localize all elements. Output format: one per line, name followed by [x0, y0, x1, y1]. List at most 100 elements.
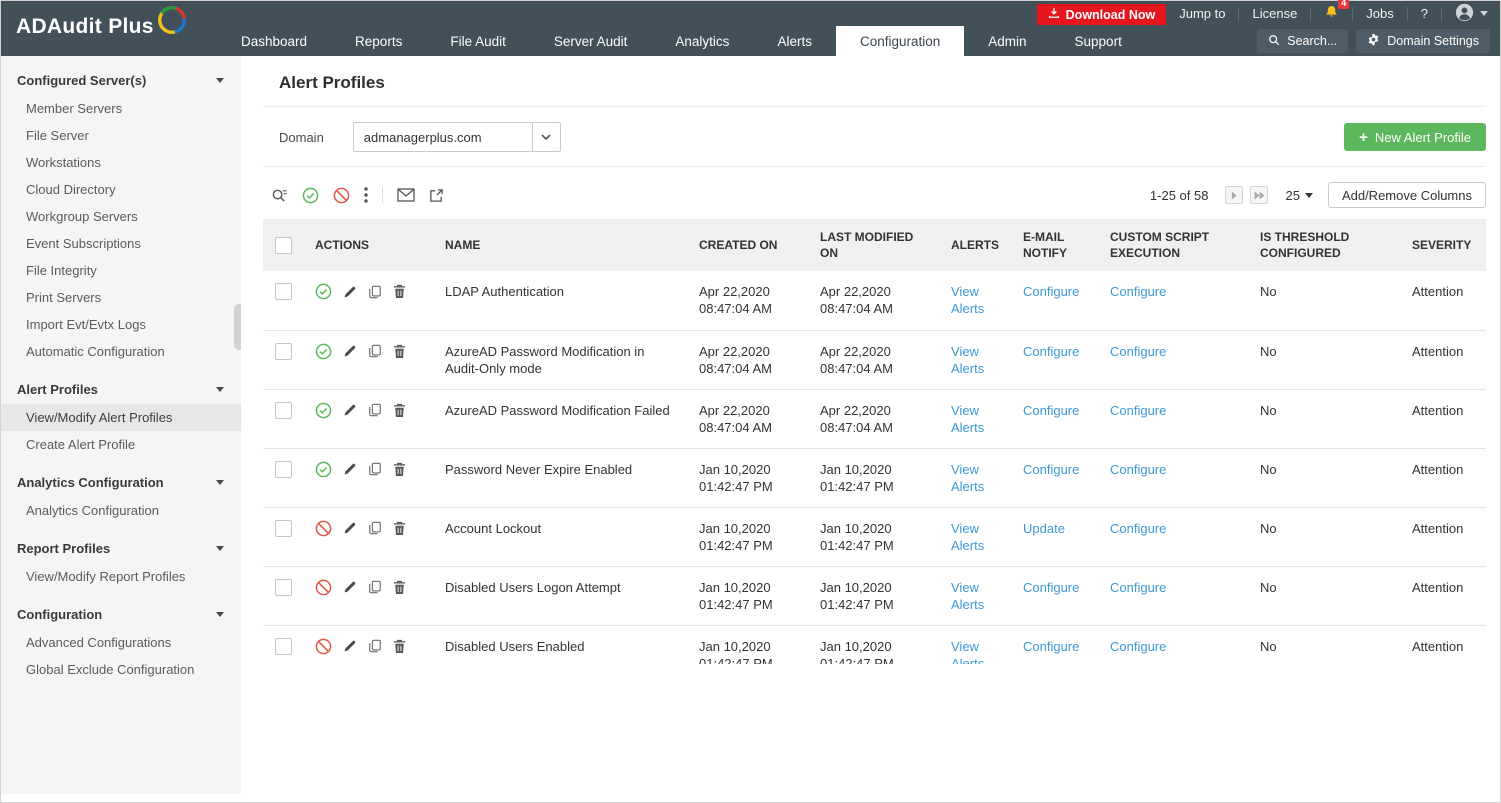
row-checkbox[interactable]	[275, 638, 292, 655]
last-page-button[interactable]	[1250, 186, 1268, 204]
row-checkbox[interactable]	[275, 402, 292, 419]
new-alert-profile-button[interactable]: + New Alert Profile	[1344, 123, 1486, 151]
email-notify-link[interactable]: Configure	[1023, 403, 1079, 418]
custom-script-link[interactable]: Configure	[1110, 580, 1166, 595]
custom-script-link[interactable]: Configure	[1110, 521, 1166, 536]
sidebar-section-title[interactable]: Report Profiles	[1, 536, 241, 560]
download-now-button[interactable]: Download Now	[1037, 4, 1167, 25]
copy-icon[interactable]	[368, 521, 382, 535]
sidebar-item-member-servers[interactable]: Member Servers	[1, 95, 241, 122]
export-icon[interactable]	[429, 188, 444, 203]
custom-script-link[interactable]: Configure	[1110, 639, 1166, 654]
sidebar-item-global-exclude-configuration[interactable]: Global Exclude Configuration	[1, 656, 241, 683]
edit-pencil-icon[interactable]	[343, 403, 357, 417]
tab-dashboard[interactable]: Dashboard	[217, 26, 331, 56]
sidebar-item-view-modify-report-profiles[interactable]: View/Modify Report Profiles	[1, 563, 241, 590]
sidebar-item-print-servers[interactable]: Print Servers	[1, 284, 241, 311]
view-alerts-link[interactable]: View Alerts	[951, 462, 984, 494]
sidebar-item-file-integrity[interactable]: File Integrity	[1, 257, 241, 284]
disable-alerts-icon[interactable]	[333, 187, 350, 204]
edit-pencil-icon[interactable]	[343, 344, 357, 358]
trash-icon[interactable]	[393, 462, 406, 477]
add-remove-columns-button[interactable]: Add/Remove Columns	[1328, 182, 1486, 208]
sidebar-item-view-modify-alert-profiles[interactable]: View/Modify Alert Profiles	[1, 404, 241, 431]
sidebar-scrollbar[interactable]	[234, 304, 241, 350]
edit-pencil-icon[interactable]	[343, 285, 357, 299]
row-checkbox[interactable]	[275, 283, 292, 300]
sidebar-item-event-subscriptions[interactable]: Event Subscriptions	[1, 230, 241, 257]
tab-server-audit[interactable]: Server Audit	[530, 26, 652, 56]
sidebar-item-import-evt-evtx-logs[interactable]: Import Evt/Evtx Logs	[1, 311, 241, 338]
select-all-checkbox[interactable]	[275, 237, 292, 254]
enable-alerts-icon[interactable]	[302, 187, 319, 204]
tab-admin[interactable]: Admin	[964, 26, 1050, 56]
view-alerts-link[interactable]: View Alerts	[951, 521, 984, 553]
edit-pencil-icon[interactable]	[343, 639, 357, 653]
next-page-button[interactable]	[1225, 186, 1243, 204]
copy-icon[interactable]	[368, 639, 382, 653]
tab-alerts[interactable]: Alerts	[753, 26, 836, 56]
status-disabled-icon[interactable]	[315, 579, 332, 596]
status-enabled-icon[interactable]	[315, 461, 332, 478]
copy-icon[interactable]	[368, 403, 382, 417]
edit-pencil-icon[interactable]	[343, 462, 357, 476]
sidebar-item-workgroup-servers[interactable]: Workgroup Servers	[1, 203, 241, 230]
status-enabled-icon[interactable]	[315, 283, 332, 300]
domain-settings-button[interactable]: Domain Settings	[1356, 29, 1490, 53]
tab-configuration[interactable]: Configuration	[836, 26, 964, 56]
tab-analytics[interactable]: Analytics	[651, 26, 753, 56]
trash-icon[interactable]	[393, 639, 406, 654]
app-logo[interactable]: ADAudit Plus	[16, 11, 189, 43]
notifications-bell[interactable]: 4	[1324, 5, 1339, 23]
user-menu[interactable]	[1455, 3, 1488, 25]
sidebar-section-title[interactable]: Configuration	[1, 602, 241, 626]
email-notify-link[interactable]: Configure	[1023, 344, 1079, 359]
custom-script-link[interactable]: Configure	[1110, 344, 1166, 359]
email-notify-link[interactable]: Configure	[1023, 284, 1079, 299]
tab-reports[interactable]: Reports	[331, 26, 426, 56]
row-checkbox[interactable]	[275, 520, 292, 537]
view-alerts-link[interactable]: View Alerts	[951, 639, 984, 665]
page-size-dropdown[interactable]: 25	[1285, 188, 1312, 203]
sidebar-item-workstations[interactable]: Workstations	[1, 149, 241, 176]
sidebar-item-analytics-configuration[interactable]: Analytics Configuration	[1, 497, 241, 524]
status-disabled-icon[interactable]	[315, 520, 332, 537]
trash-icon[interactable]	[393, 284, 406, 299]
sidebar-item-advanced-configurations[interactable]: Advanced Configurations	[1, 629, 241, 656]
copy-icon[interactable]	[368, 580, 382, 594]
view-alerts-link[interactable]: View Alerts	[951, 403, 984, 435]
sidebar-item-file-server[interactable]: File Server	[1, 122, 241, 149]
status-enabled-icon[interactable]	[315, 402, 332, 419]
jobs-link[interactable]: Jobs	[1366, 6, 1393, 21]
global-search-button[interactable]: Search...	[1257, 29, 1348, 53]
jump-to-link[interactable]: Jump to	[1179, 6, 1225, 21]
email-notify-link[interactable]: Configure	[1023, 639, 1079, 654]
custom-script-link[interactable]: Configure	[1110, 284, 1166, 299]
email-notify-link[interactable]: Configure	[1023, 580, 1079, 595]
sidebar-item-create-alert-profile[interactable]: Create Alert Profile	[1, 431, 241, 458]
view-alerts-link[interactable]: View Alerts	[951, 344, 984, 376]
license-link[interactable]: License	[1252, 6, 1297, 21]
view-alerts-link[interactable]: View Alerts	[951, 284, 984, 316]
copy-icon[interactable]	[368, 285, 382, 299]
trash-icon[interactable]	[393, 344, 406, 359]
sidebar-item-cloud-directory[interactable]: Cloud Directory	[1, 176, 241, 203]
row-checkbox[interactable]	[275, 579, 292, 596]
trash-icon[interactable]	[393, 521, 406, 536]
tab-support[interactable]: Support	[1051, 26, 1146, 56]
status-enabled-icon[interactable]	[315, 343, 332, 360]
sidebar-section-title[interactable]: Configured Server(s)	[1, 68, 241, 92]
row-checkbox[interactable]	[275, 343, 292, 360]
status-disabled-icon[interactable]	[315, 638, 332, 655]
trash-icon[interactable]	[393, 403, 406, 418]
row-checkbox[interactable]	[275, 461, 292, 478]
email-icon[interactable]	[397, 188, 415, 202]
edit-pencil-icon[interactable]	[343, 521, 357, 535]
sidebar-item-automatic-configuration[interactable]: Automatic Configuration	[1, 338, 241, 365]
custom-script-link[interactable]: Configure	[1110, 462, 1166, 477]
view-alerts-link[interactable]: View Alerts	[951, 580, 984, 612]
copy-icon[interactable]	[368, 344, 382, 358]
copy-icon[interactable]	[368, 462, 382, 476]
sidebar-section-title[interactable]: Alert Profiles	[1, 377, 241, 401]
more-options-icon[interactable]	[364, 187, 368, 203]
